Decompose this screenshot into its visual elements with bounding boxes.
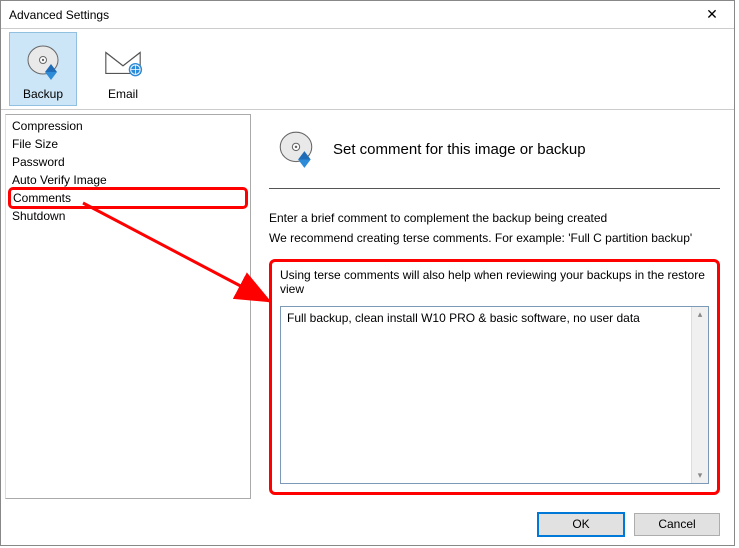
comment-field-wrap: ▴ ▾ bbox=[280, 306, 709, 484]
scrollbar[interactable]: ▴ ▾ bbox=[691, 307, 708, 483]
toolbar-backup-label: Backup bbox=[23, 87, 63, 101]
sidebar-item-label: File Size bbox=[12, 137, 58, 151]
main-panel: Set comment for this image or backup Ent… bbox=[255, 110, 734, 503]
window-title: Advanced Settings bbox=[9, 8, 109, 22]
close-button[interactable]: ✕ bbox=[690, 1, 734, 29]
toolbar-email-button[interactable]: Email bbox=[89, 32, 157, 106]
sidebar-item-label: Auto Verify Image bbox=[12, 173, 107, 187]
highlight-box: Using terse comments will also help when… bbox=[269, 259, 720, 495]
toolbar-email-label: Email bbox=[108, 87, 138, 101]
sidebar: Compression File Size Password Auto Veri… bbox=[5, 114, 251, 499]
toolbar: Backup Email bbox=[1, 29, 734, 109]
cancel-button[interactable]: Cancel bbox=[634, 513, 720, 536]
toolbar-backup-button[interactable]: Backup bbox=[9, 32, 77, 106]
sidebar-item-compression[interactable]: Compression bbox=[6, 117, 250, 135]
description-line1: Enter a brief comment to complement the … bbox=[269, 211, 720, 225]
sidebar-item-label: Shutdown bbox=[12, 209, 65, 223]
divider bbox=[269, 188, 720, 189]
sidebar-item-filesize[interactable]: File Size bbox=[6, 135, 250, 153]
disk-backup-icon bbox=[22, 41, 64, 83]
sidebar-item-comments[interactable]: Comments bbox=[8, 187, 248, 209]
hint-text: Using terse comments will also help when… bbox=[280, 268, 709, 296]
disk-icon bbox=[275, 128, 317, 170]
sidebar-item-password[interactable]: Password bbox=[6, 153, 250, 171]
sidebar-item-label: Password bbox=[12, 155, 65, 169]
sidebar-item-label: Compression bbox=[12, 119, 83, 133]
main-heading: Set comment for this image or backup bbox=[333, 141, 586, 158]
main-header: Set comment for this image or backup bbox=[269, 120, 720, 188]
sidebar-item-label: Comments bbox=[13, 191, 71, 205]
advanced-settings-window: Advanced Settings ✕ Backup bbox=[0, 0, 735, 546]
email-icon bbox=[102, 41, 144, 83]
ok-button[interactable]: OK bbox=[538, 513, 624, 536]
sidebar-item-shutdown[interactable]: Shutdown bbox=[6, 207, 250, 225]
scroll-up-icon: ▴ bbox=[698, 309, 703, 320]
scroll-down-icon: ▾ bbox=[698, 470, 703, 481]
description-line2: We recommend creating terse comments. Fo… bbox=[269, 231, 720, 245]
comment-textarea[interactable] bbox=[281, 307, 691, 483]
content-area: Compression File Size Password Auto Veri… bbox=[1, 109, 734, 503]
footer: OK Cancel bbox=[1, 503, 734, 545]
titlebar: Advanced Settings ✕ bbox=[1, 1, 734, 29]
